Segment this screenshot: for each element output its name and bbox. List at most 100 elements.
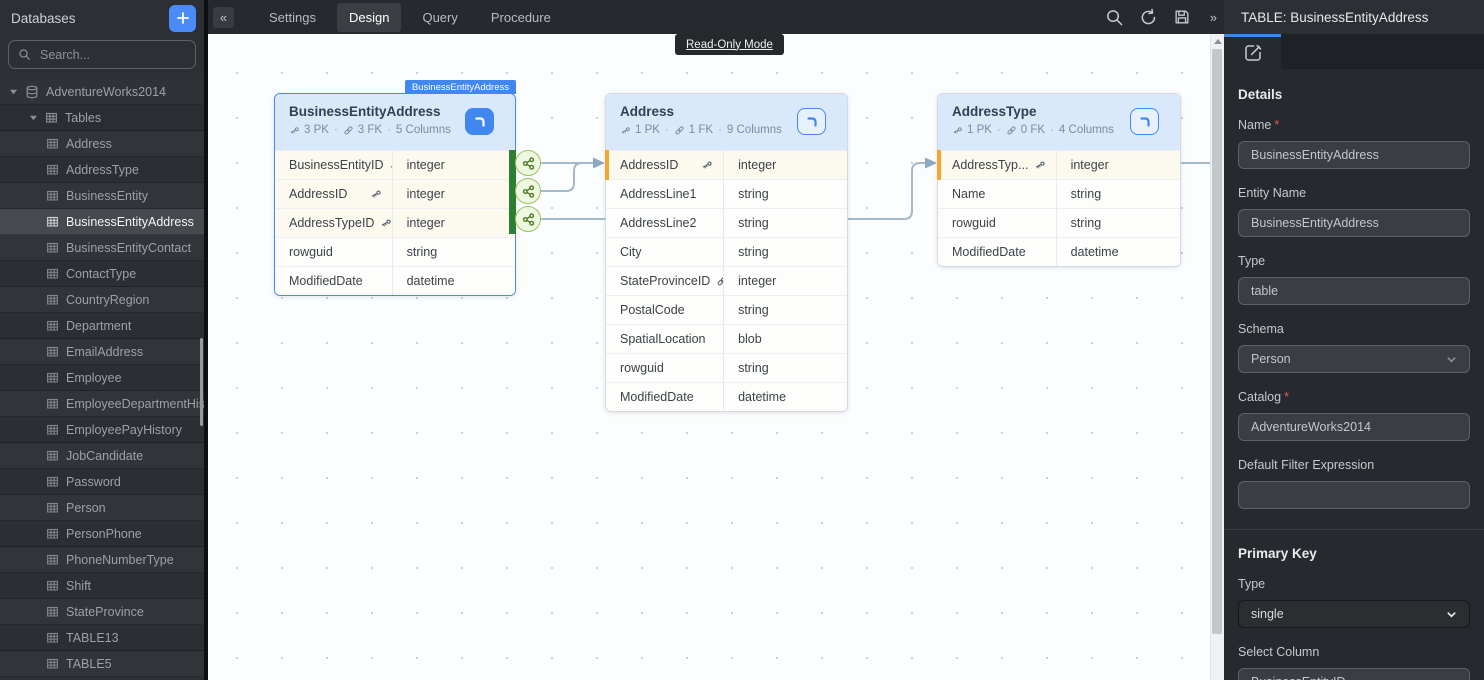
- table-icon: [46, 475, 59, 488]
- table-node-businessentityaddress[interactable]: BusinessEntityAddressBusinessEntityAddre…: [274, 93, 516, 296]
- relation-handle[interactable]: [515, 206, 541, 232]
- sidebar-item-businessentity[interactable]: BusinessEntity: [0, 183, 204, 209]
- column-row[interactable]: AddressIDinteger: [606, 150, 847, 179]
- sidebar-item-jobcandidate[interactable]: JobCandidate: [0, 443, 204, 469]
- search-field[interactable]: [38, 47, 162, 63]
- read-only-badge: Read-Only Mode: [675, 34, 784, 55]
- tab-settings[interactable]: Settings: [257, 3, 328, 32]
- relationships-button[interactable]: [797, 108, 826, 135]
- sidebar-item-password[interactable]: Password: [0, 469, 204, 495]
- sidebar-item-department[interactable]: Department: [0, 313, 204, 339]
- column-row[interactable]: rowguidstring: [606, 353, 847, 382]
- column-row[interactable]: ModifiedDatedatetime: [275, 266, 515, 295]
- table-node-addresstype[interactable]: AddressType1 PK·0 FK·4 ColumnsAddressTyp…: [937, 93, 1181, 267]
- fk-target-marker: [937, 150, 941, 180]
- tab-procedure[interactable]: Procedure: [479, 3, 563, 32]
- sidebar-item-countryregion[interactable]: CountryRegion: [0, 287, 204, 313]
- relation-handle[interactable]: [515, 178, 541, 204]
- sidebar-item-table5[interactable]: TABLE5: [0, 651, 204, 677]
- column-row[interactable]: AddressTyp...integer: [938, 150, 1180, 179]
- column-row[interactable]: StateProvinceIDinteger: [606, 266, 847, 295]
- column-row[interactable]: rowguidstring: [275, 237, 515, 266]
- database-label: AdventureWorks2014: [46, 85, 166, 99]
- sidebar-item-contacttype[interactable]: ContactType: [0, 261, 204, 287]
- tables-group-icon: [45, 111, 58, 124]
- edit-icon: [1243, 43, 1263, 63]
- column-row[interactable]: ModifiedDatedatetime: [606, 382, 847, 411]
- diagram-canvas[interactable]: BusinessEntityAddressBusinessEntityAddre…: [208, 34, 1224, 680]
- sidebar-item-employee[interactable]: Employee: [0, 365, 204, 391]
- sidebar-item-personphone[interactable]: PersonPhone: [0, 521, 204, 547]
- column-row[interactable]: Namestring: [938, 179, 1180, 208]
- sidebar-scrollbar[interactable]: [200, 338, 203, 426]
- column-row[interactable]: Citystring: [606, 237, 847, 266]
- sidebar-item-addresstype[interactable]: AddressType: [0, 157, 204, 183]
- scroll-up-button[interactable]: [1211, 34, 1224, 48]
- catalog-input[interactable]: AdventureWorks2014: [1238, 413, 1470, 441]
- column-row[interactable]: BusinessEntityIDinteger: [275, 150, 515, 179]
- default-filter-expression-input[interactable]: [1238, 481, 1470, 509]
- type-input[interactable]: table: [1238, 277, 1470, 305]
- search-input[interactable]: [8, 40, 196, 69]
- section-divider: [1224, 529, 1484, 530]
- canvas-scrollbar[interactable]: [1210, 34, 1224, 680]
- sidebar-item-employeepayhistory[interactable]: EmployeePayHistory: [0, 417, 204, 443]
- sidebar-item-stateprovince[interactable]: StateProvince: [0, 599, 204, 625]
- tab-edit[interactable]: [1224, 34, 1281, 69]
- tab-design[interactable]: Design: [337, 3, 401, 32]
- relationships-button[interactable]: [1130, 108, 1159, 135]
- sidebar-item-shift[interactable]: Shift: [0, 573, 204, 599]
- relationships-button[interactable]: [465, 108, 494, 135]
- save-button[interactable]: [1173, 8, 1191, 26]
- database-icon: [25, 85, 39, 99]
- sidebar-item-employeedepartmenthistory[interactable]: EmployeeDepartmentHistory: [0, 391, 204, 417]
- add-database-button[interactable]: [169, 5, 196, 32]
- view-tabs: Settings Design Query Procedure: [257, 3, 563, 32]
- select-column-select[interactable]: BusinessEntityID: [1238, 668, 1470, 680]
- tree-node-database[interactable]: AdventureWorks2014: [0, 79, 204, 105]
- pk-count: 3 PK: [304, 124, 329, 136]
- chevron-down-icon: [1446, 609, 1457, 620]
- table-node-address[interactable]: Address1 PK·1 FK·9 ColumnsAddressIDinteg…: [605, 93, 848, 412]
- tree-node-tables-group[interactable]: Tables: [0, 105, 204, 131]
- column-row[interactable]: AddressLine1string: [606, 179, 847, 208]
- scrollbar-thumb[interactable]: [1212, 49, 1222, 634]
- column-row[interactable]: PostalCodestring: [606, 295, 847, 324]
- sidebar-item-businessentityaddress[interactable]: BusinessEntityAddress: [0, 209, 204, 235]
- type-select[interactable]: single: [1238, 600, 1470, 628]
- search-icon: [1105, 8, 1124, 27]
- column-row[interactable]: rowguidstring: [938, 208, 1180, 237]
- expand-panel-button[interactable]: »: [1210, 10, 1217, 25]
- schema-select[interactable]: Person: [1238, 345, 1470, 373]
- properties-panel-header: TABLE: BusinessEntityAddress: [1224, 0, 1484, 34]
- relation-handle[interactable]: [515, 150, 541, 176]
- refresh-button[interactable]: [1139, 8, 1158, 27]
- table-icon: [46, 423, 59, 436]
- column-row[interactable]: SpatialLocationblob: [606, 324, 847, 353]
- sidebar-item-table13[interactable]: TABLE13: [0, 625, 204, 651]
- field-catalog: Catalog*AdventureWorks2014: [1238, 390, 1470, 441]
- name-input[interactable]: BusinessEntityAddress: [1238, 141, 1470, 169]
- table-icon: [46, 267, 59, 280]
- columns-count: 9 Columns: [727, 124, 782, 136]
- collapse-sidebar-button[interactable]: «: [213, 7, 234, 28]
- search-diagram-button[interactable]: [1105, 8, 1124, 27]
- sidebar-item-person[interactable]: Person: [0, 495, 204, 521]
- tab-query[interactable]: Query: [410, 3, 469, 32]
- column-row[interactable]: AddressTypeIDinteger: [275, 208, 515, 237]
- column-row[interactable]: ModifiedDatedatetime: [938, 237, 1180, 266]
- field-schema: SchemaPerson: [1238, 322, 1470, 373]
- link-icon: [716, 275, 724, 287]
- node-header: AddressType1 PK·0 FK·4 Columns: [938, 94, 1180, 150]
- pk-count: 1 PK: [967, 124, 992, 136]
- sidebar-item-address[interactable]: Address: [0, 131, 204, 157]
- column-row[interactable]: AddressIDinteger: [275, 179, 515, 208]
- chevron-down-icon: [1446, 354, 1457, 365]
- sidebar-item-phonenumbertype[interactable]: PhoneNumberType: [0, 547, 204, 573]
- chevron-down-icon: [29, 113, 38, 122]
- sidebar-item-emailaddress[interactable]: EmailAddress: [0, 339, 204, 365]
- column-row[interactable]: AddressLine2string: [606, 208, 847, 237]
- entity-name-input[interactable]: BusinessEntityAddress: [1238, 209, 1470, 237]
- fk-count: 1 FK: [689, 124, 713, 136]
- sidebar-item-businessentitycontact[interactable]: BusinessEntityContact: [0, 235, 204, 261]
